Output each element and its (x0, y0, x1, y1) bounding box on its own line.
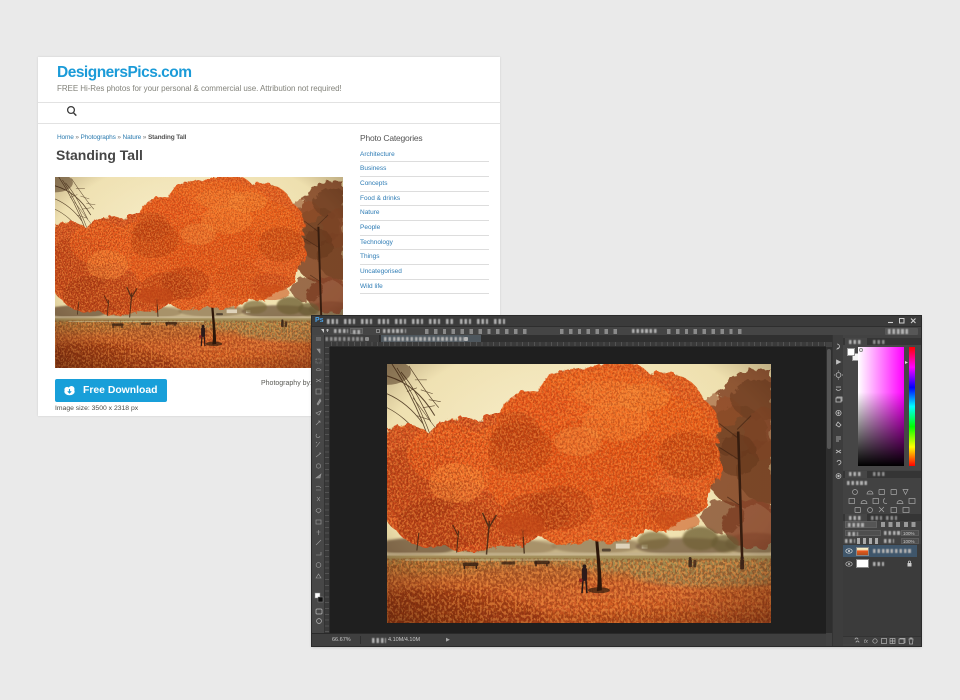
svg-text:fx: fx (864, 639, 868, 645)
